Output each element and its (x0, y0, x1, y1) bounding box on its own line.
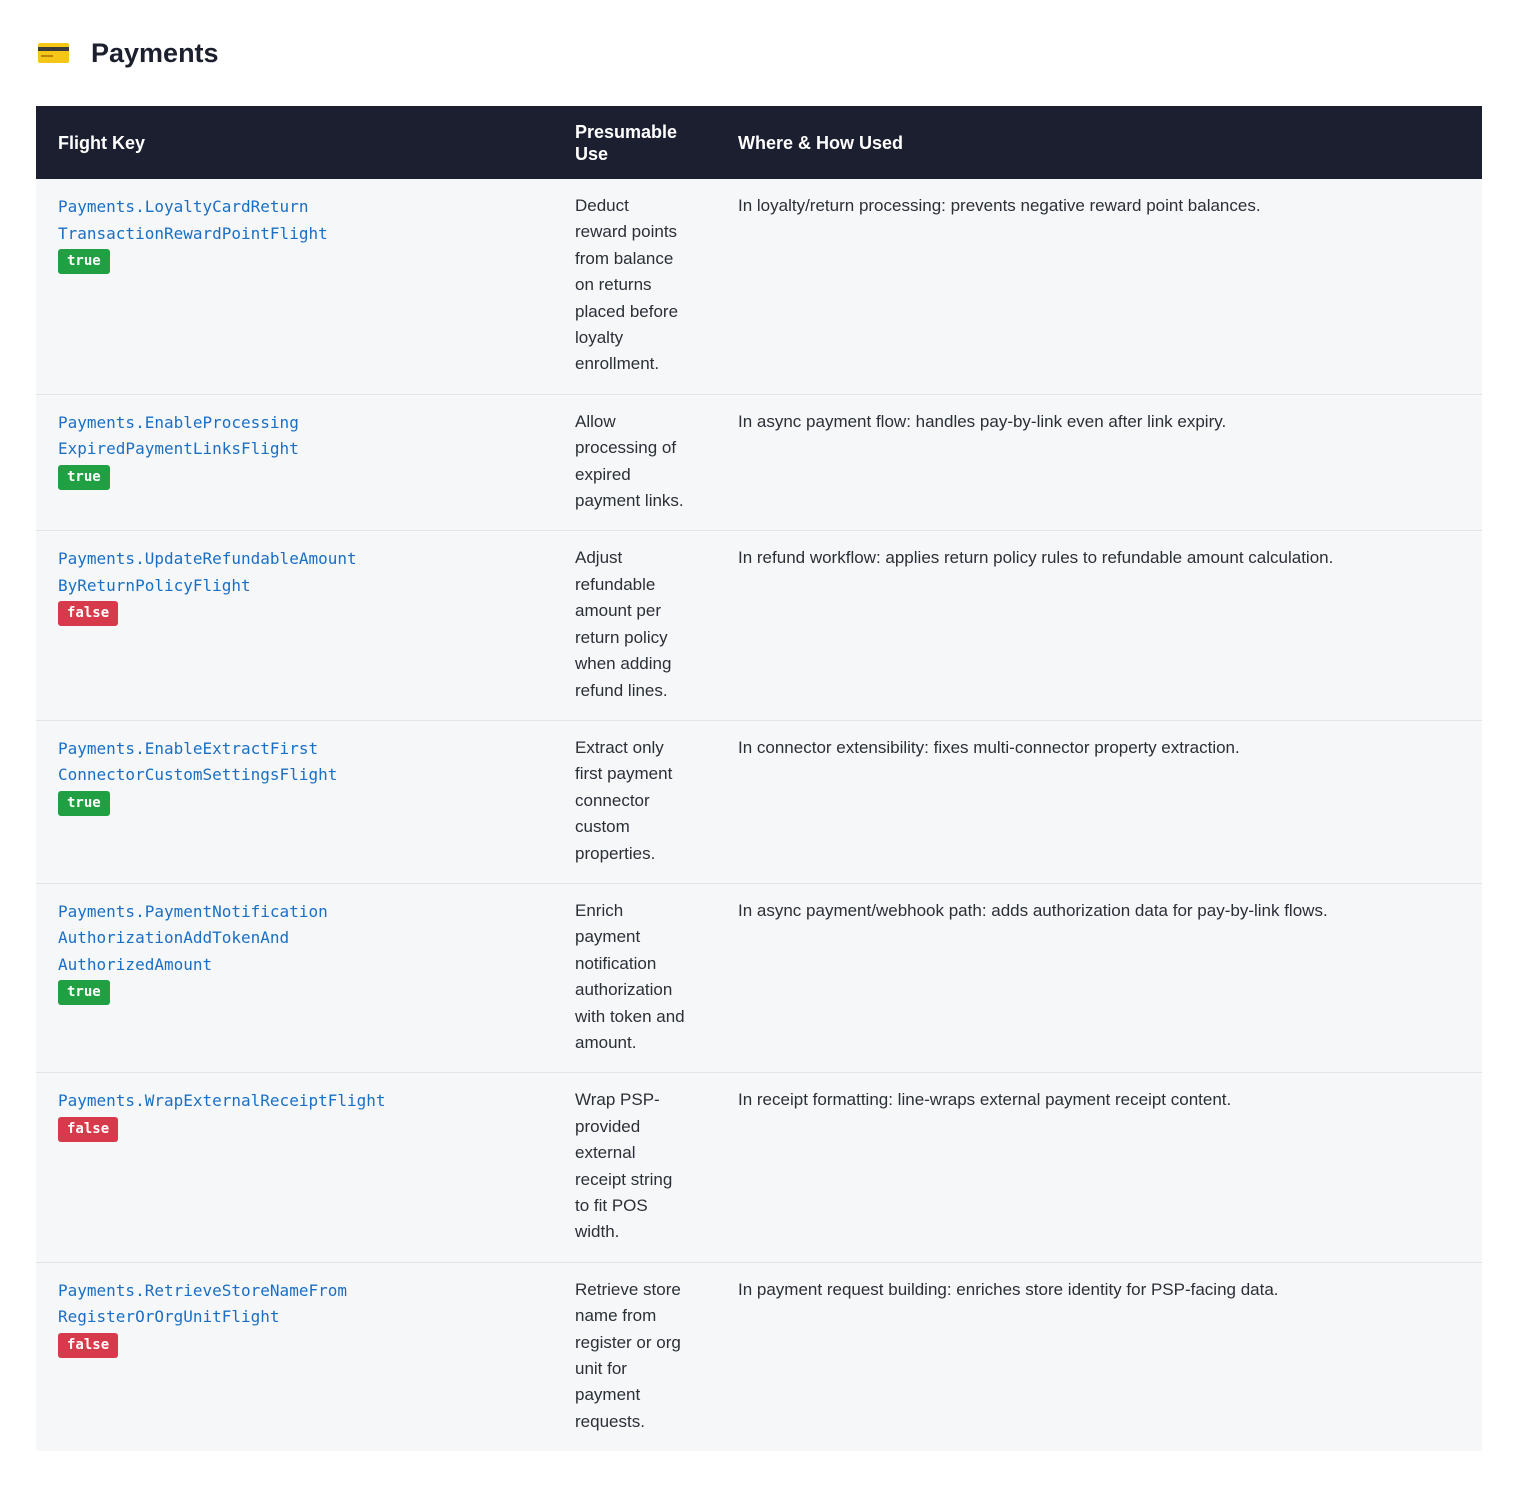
where-used-cell: In refund workflow: applies return polic… (738, 548, 1334, 568)
status-badge: false (58, 1332, 119, 1358)
flight-key-line: TransactionRewardPointFlight (58, 223, 328, 243)
flight-key-link[interactable]: Payments.UpdateRefundableAmount ByReturnP… (58, 546, 575, 599)
presumable-use-cell: Wrap PSP-provided external receipt strin… (575, 1073, 725, 1262)
flight-key-link[interactable]: Payments.LoyaltyCardReturn TransactionRew… (58, 194, 575, 247)
flight-key-line: Payments.WrapExternalReceiptFlight (58, 1091, 386, 1111)
status-badge: true (58, 249, 110, 274)
flight-key-line: ExpiredPaymentLinksFlight (58, 439, 299, 459)
header-flight-key: Flight Key (58, 132, 146, 153)
presumable-use-text: Extract only first payment connector cus… (575, 737, 673, 863)
status-badge: false (58, 601, 119, 627)
table-row: Payments.EnableProcessing ExpiredPaymentL… (36, 394, 1482, 531)
table-row: Payments.WrapExternalReceiptFlight false W… (36, 1072, 1482, 1263)
table-row: Payments.EnableExtractFirst ConnectorCust… (36, 720, 1482, 884)
flight-key-cell: Payments.PaymentNotification Authorizatio… (36, 883, 575, 1072)
flight-key-cell: Payments.WrapExternalReceiptFlight false (36, 1073, 575, 1262)
flight-key-link[interactable]: Payments.EnableExtractFirst ConnectorCust… (58, 736, 575, 789)
flight-key-line: Payments.RetrieveStoreNameFrom (58, 1280, 347, 1300)
table-row: Payments.PaymentNotification Authorizatio… (36, 883, 1482, 1073)
where-used-cell: In receipt formatting: line-wraps extern… (738, 1090, 1232, 1110)
presumable-use-cell: Enrich payment notification authorizatio… (575, 883, 725, 1072)
flight-key-line: Payments.EnableExtractFirst (58, 738, 319, 758)
where-used-cell: In connector extensibility: fixes multi-… (738, 737, 1240, 757)
page: Payments Flight Key Presumable Use Where… (0, 0, 1518, 1500)
presumable-use-cell: Extract only first payment connector cus… (575, 720, 725, 883)
status-badge: true (58, 464, 110, 490)
presumable-use-text: Allow processing of expired payment link… (575, 411, 684, 511)
table-row: Payments.LoyaltyCardReturn TransactionRew… (36, 179, 1482, 395)
credit-card-icon (38, 42, 69, 64)
where-used-cell: In async payment flow: handles pay-by-li… (738, 411, 1227, 431)
where-used-cell: In payment request building: enriches st… (738, 1279, 1279, 1299)
header-use-line1: Presumable (575, 121, 678, 142)
flight-key-link[interactable]: Payments.PaymentNotification Authorizatio… (58, 899, 575, 979)
table-row: Payments.RetrieveStoreNameFrom RegisterOr… (36, 1262, 1482, 1452)
header-presumable-use: Presumable Use (575, 106, 725, 179)
presumable-use-text: Deduct reward points from balance on ret… (575, 196, 679, 374)
table-header-row: Flight Key Presumable Use Where & How Us… (36, 106, 1482, 179)
flight-key-line: AuthorizationAddTokenAnd (58, 928, 290, 948)
header-use-line2: Use (575, 143, 609, 164)
flight-key-line: AuthorizedAmount (58, 954, 213, 974)
flight-key-cell: Payments.EnableExtractFirst ConnectorCust… (36, 720, 575, 883)
status-badge: true (58, 980, 110, 1006)
flight-key-cell: Payments.RetrieveStoreNameFrom RegisterOr… (36, 1262, 575, 1451)
presumable-use-cell: Allow processing of expired payment link… (575, 394, 725, 531)
flight-key-link[interactable]: Payments.EnableProcessing ExpiredPaymentL… (58, 410, 575, 463)
presumable-use-text: Retrieve store name from register or org… (575, 1279, 681, 1431)
flight-key-link[interactable]: Payments.WrapExternalReceiptFlight (58, 1088, 575, 1115)
where-used-cell: In loyalty/return processing: prevents n… (738, 196, 1261, 215)
status-badge: false (58, 1116, 119, 1142)
presumable-use-text: Wrap PSP-provided external receipt strin… (575, 1090, 673, 1242)
flight-key-line: Payments.UpdateRefundableAmount (58, 549, 357, 569)
flight-key-cell: Payments.EnableProcessing ExpiredPaymentL… (36, 394, 575, 531)
presumable-use-text: Adjust refundable amount per return poli… (575, 548, 672, 700)
table-row: Payments.UpdateRefundableAmount ByReturnP… (36, 530, 1482, 721)
flight-key-cell: Payments.UpdateRefundableAmount ByReturnP… (36, 531, 575, 720)
section-header: Payments (36, 0, 1482, 106)
where-used-cell: In async payment/webhook path: adds auth… (738, 900, 1328, 920)
flights-table: Flight Key Presumable Use Where & How Us… (36, 106, 1482, 1452)
flight-key-line: ByReturnPolicyFlight (58, 575, 251, 595)
presumable-use-cell: Retrieve store name from register or org… (575, 1262, 725, 1451)
flight-key-line: Payments.PaymentNotification (58, 901, 328, 921)
status-badge: true (58, 790, 110, 816)
flight-key-line: RegisterOrOrgUnitFlight (58, 1307, 280, 1327)
flight-key-link[interactable]: Payments.RetrieveStoreNameFrom RegisterOr… (58, 1278, 575, 1331)
presumable-use-cell: Adjust refundable amount per return poli… (575, 531, 725, 720)
section-title: Payments (91, 37, 219, 68)
flight-key-line: Payments.LoyaltyCardReturn (58, 197, 309, 216)
header-where-used: Where & How Used (738, 132, 904, 153)
presumable-use-text: Enrich payment notification authorizatio… (575, 900, 685, 1052)
flight-key-cell: Payments.LoyaltyCardReturn TransactionRew… (36, 179, 575, 394)
flight-key-line: Payments.EnableProcessing (58, 412, 299, 432)
flight-key-line: ConnectorCustomSettingsFlight (58, 765, 338, 785)
presumable-use-cell: Deduct reward points from balance on ret… (575, 179, 725, 394)
